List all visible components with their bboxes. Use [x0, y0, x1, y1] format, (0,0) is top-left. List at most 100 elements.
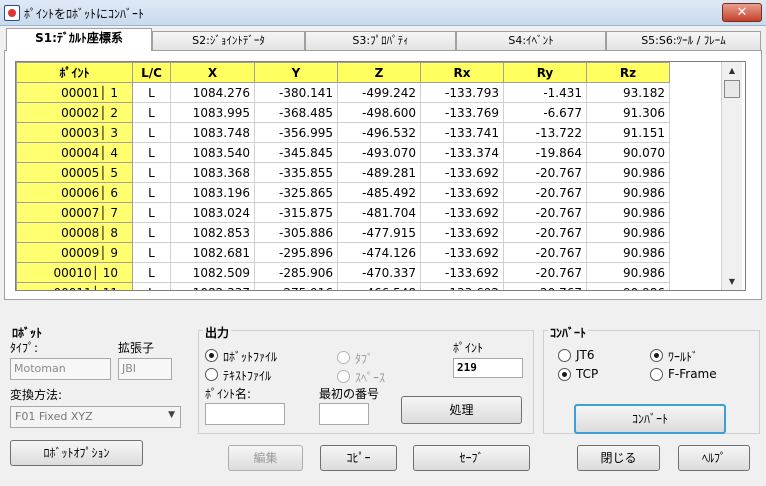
table-cell[interactable]: 1083.540: [170, 142, 255, 163]
tab-s3-properties[interactable]: S3:ﾌﾟﾛﾊﾟﾃｨ: [305, 31, 456, 50]
save-button[interactable]: ｾｰﾌﾞ: [413, 445, 530, 471]
table-cell[interactable]: -20.767: [503, 242, 587, 263]
column-header-z[interactable]: Z: [337, 62, 421, 83]
table-cell[interactable]: 90.986: [586, 282, 670, 290]
table-cell[interactable]: -133.793: [420, 82, 504, 103]
extension-field[interactable]: JBI: [118, 358, 172, 380]
table-cell[interactable]: -133.692: [420, 202, 504, 223]
table-cell[interactable]: L: [132, 82, 171, 103]
table-cell[interactable]: 00003│ 3: [16, 122, 133, 143]
table-cell[interactable]: -133.692: [420, 282, 504, 290]
table-cell[interactable]: -485.492: [337, 182, 421, 203]
table-cell[interactable]: 00009│ 9: [16, 242, 133, 263]
table-cell[interactable]: 00008│ 8: [16, 222, 133, 243]
table-cell[interactable]: -496.532: [337, 122, 421, 143]
column-header-lc[interactable]: L/C: [132, 62, 171, 83]
convert-button[interactable]: ｺﾝﾊﾞｰﾄ: [574, 404, 726, 434]
table-cell[interactable]: L: [132, 182, 171, 203]
table-cell[interactable]: 91.306: [586, 102, 670, 123]
conversion-method-select[interactable]: F01 Fixed XYZ ▼: [10, 406, 181, 428]
table-cell[interactable]: 00011│ 11: [16, 282, 133, 290]
table-cell[interactable]: -285.906: [254, 262, 338, 283]
table-row[interactable]: 00004│ 4 L 1083.540 -345.845 -493.070 -133.37…: [16, 142, 670, 163]
grid-vertical-scrollbar[interactable]: ▲ ▼: [721, 62, 742, 290]
scroll-down-arrow-icon[interactable]: ▼: [722, 273, 742, 290]
table-cell[interactable]: 1082.337: [170, 282, 255, 290]
table-cell[interactable]: 00005│ 5: [16, 162, 133, 183]
table-cell[interactable]: 90.986: [586, 262, 670, 283]
table-cell[interactable]: -133.769: [420, 102, 504, 123]
table-cell[interactable]: -133.692: [420, 242, 504, 263]
table-cell[interactable]: -20.767: [503, 262, 587, 283]
table-cell[interactable]: 1082.509: [170, 262, 255, 283]
table-cell[interactable]: -133.374: [420, 142, 504, 163]
table-cell[interactable]: -498.600: [337, 102, 421, 123]
table-cell[interactable]: 1083.196: [170, 182, 255, 203]
table-cell[interactable]: 90.986: [586, 202, 670, 223]
table-cell[interactable]: -6.677: [503, 102, 587, 123]
table-cell[interactable]: -499.242: [337, 82, 421, 103]
table-cell[interactable]: -133.741: [420, 122, 504, 143]
table-cell[interactable]: 1082.681: [170, 242, 255, 263]
table-cell[interactable]: 93.182: [586, 82, 670, 103]
table-cell[interactable]: -477.915: [337, 222, 421, 243]
table-row[interactable]: 00006│ 6 L 1083.196 -325.865 -485.492 -133.69…: [16, 182, 670, 203]
table-cell[interactable]: -133.692: [420, 182, 504, 203]
point-name-field[interactable]: [205, 403, 285, 425]
tab-s2-joint-data[interactable]: S2:ｼﾞｮｲﾝﾄﾃﾞｰﾀ: [152, 31, 305, 50]
table-cell[interactable]: -133.692: [420, 262, 504, 283]
table-cell[interactable]: -20.767: [503, 182, 587, 203]
table-cell[interactable]: -20.767: [503, 202, 587, 223]
table-cell[interactable]: 90.986: [586, 182, 670, 203]
edit-button[interactable]: 編集: [228, 445, 303, 471]
robot-options-button[interactable]: ﾛﾎﾞｯﾄｵﾌﾟｼｮﾝ: [10, 440, 143, 466]
table-row[interactable]: 00008│ 8 L 1082.853 -305.886 -477.915 -133.69…: [16, 222, 670, 243]
column-header-rz[interactable]: Rz: [586, 62, 670, 83]
column-header-rx[interactable]: Rx: [420, 62, 504, 83]
scroll-up-arrow-icon[interactable]: ▲: [722, 62, 742, 79]
table-cell[interactable]: 90.070: [586, 142, 670, 163]
table-cell[interactable]: 91.151: [586, 122, 670, 143]
table-row[interactable]: 00009│ 9 L 1082.681 -295.896 -474.126 -133.69…: [16, 242, 670, 263]
table-cell[interactable]: L: [132, 102, 171, 123]
copy-button[interactable]: ｺﾋﾟｰ: [320, 445, 397, 471]
table-cell[interactable]: -20.767: [503, 282, 587, 290]
table-cell[interactable]: L: [132, 242, 171, 263]
table-cell[interactable]: 00004│ 4: [16, 142, 133, 163]
scrollbar-thumb[interactable]: [724, 80, 740, 98]
table-cell[interactable]: 00001│ 1: [16, 82, 133, 103]
table-cell[interactable]: -466.548: [337, 282, 421, 290]
table-cell[interactable]: L: [132, 202, 171, 223]
table-cell[interactable]: -380.141: [254, 82, 338, 103]
table-cell[interactable]: L: [132, 282, 171, 290]
table-cell[interactable]: 90.986: [586, 242, 670, 263]
column-header-ry[interactable]: Ry: [503, 62, 587, 83]
table-cell[interactable]: L: [132, 222, 171, 243]
table-cell[interactable]: -19.864: [503, 142, 587, 163]
close-window-button[interactable]: ✕: [722, 3, 762, 22]
table-cell[interactable]: 1083.368: [170, 162, 255, 183]
table-cell[interactable]: L: [132, 142, 171, 163]
table-cell[interactable]: -481.704: [337, 202, 421, 223]
help-button[interactable]: ﾍﾙﾌﾟ: [678, 445, 750, 471]
table-cell[interactable]: 1083.748: [170, 122, 255, 143]
table-cell[interactable]: 90.986: [586, 162, 670, 183]
column-header-y[interactable]: Y: [254, 62, 338, 83]
table-cell[interactable]: -356.995: [254, 122, 338, 143]
table-row[interactable]: 00002│ 2 L 1083.995 -368.485 -498.600 -133.76…: [16, 102, 670, 123]
table-cell[interactable]: L: [132, 122, 171, 143]
table-cell[interactable]: -1.431: [503, 82, 587, 103]
robot-type-field[interactable]: Motoman: [10, 358, 111, 380]
table-cell[interactable]: -20.767: [503, 162, 587, 183]
table-row[interactable]: 00005│ 5 L 1083.368 -335.855 -489.281 -133.69…: [16, 162, 670, 183]
table-cell[interactable]: -489.281: [337, 162, 421, 183]
table-cell[interactable]: 00010│ 10: [16, 262, 133, 283]
table-cell[interactable]: 1083.995: [170, 102, 255, 123]
column-header-point[interactable]: ﾎﾟｲﾝﾄ: [16, 62, 133, 83]
table-row[interactable]: 00007│ 7 L 1083.024 -315.875 -481.704 -133.69…: [16, 202, 670, 223]
process-button[interactable]: 処理: [401, 396, 522, 424]
close-button[interactable]: 閉じる: [577, 445, 660, 471]
table-cell[interactable]: -295.896: [254, 242, 338, 263]
table-cell[interactable]: -275.916: [254, 282, 338, 290]
table-cell[interactable]: 1084.276: [170, 82, 255, 103]
